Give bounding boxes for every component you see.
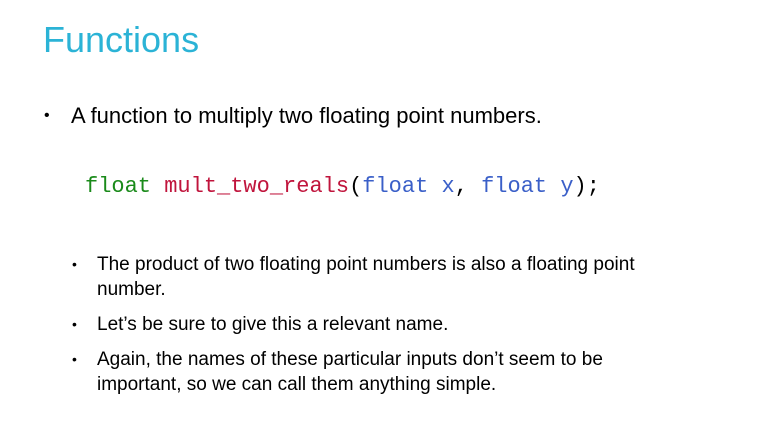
slide: Functions • A function to multiply two f…: [0, 0, 762, 438]
main-bullet-text: A function to multiply two floating poin…: [71, 103, 542, 128]
code-param1-name: x: [441, 174, 455, 199]
slide-title: Functions: [43, 19, 200, 60]
code-signature: float mult_two_reals(float x, float y);: [85, 172, 600, 202]
bullet-marker: •: [72, 351, 77, 367]
sub-bullet: • Again, the names of these particular i…: [72, 347, 672, 397]
bullet-marker: •: [72, 316, 77, 332]
code-param2-name: y: [560, 174, 574, 199]
code-param1-type: float: [362, 174, 429, 199]
sub-bullet: • The product of two floating point numb…: [72, 252, 672, 302]
sub-bullet-text: Let’s be sure to give this a relevant na…: [97, 314, 449, 335]
bullet-marker: •: [72, 256, 77, 272]
code-comma: ,: [454, 174, 482, 199]
code-function-name: mult_two_reals: [164, 174, 350, 199]
code-return-type: float: [85, 174, 152, 199]
code-param2-type: float: [481, 174, 548, 199]
sub-bullet: • Let’s be sure to give this a relevant …: [72, 312, 672, 337]
code-open-paren: (: [349, 174, 363, 199]
bullet-marker: •: [44, 107, 50, 124]
main-bullet: • A function to multiply two floating po…: [44, 101, 542, 131]
sub-bullet-list: • The product of two floating point numb…: [72, 252, 672, 407]
code-close: );: [573, 174, 600, 199]
sub-bullet-text: The product of two floating point number…: [97, 254, 635, 300]
sub-bullet-text: Again, the names of these particular inp…: [97, 349, 603, 395]
